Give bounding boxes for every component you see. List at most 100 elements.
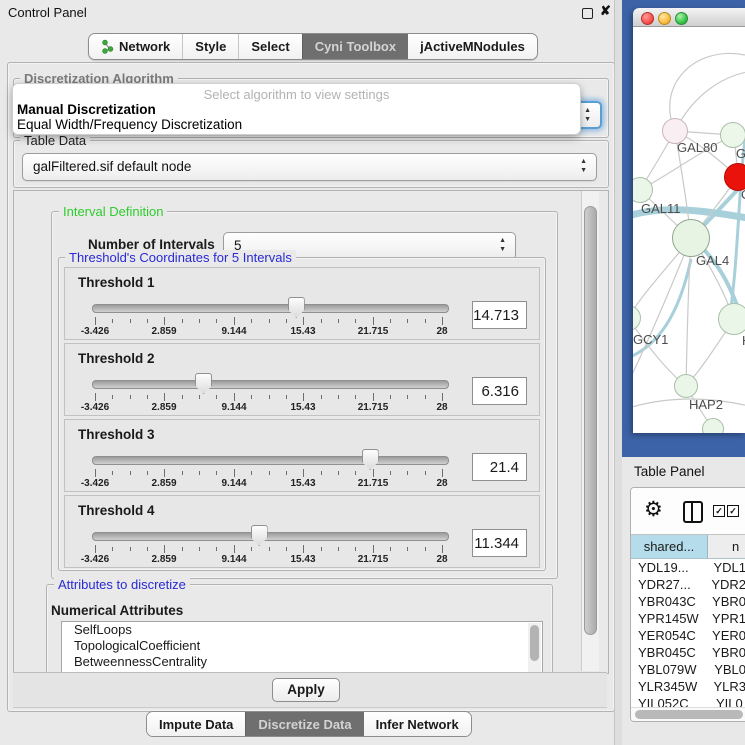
table-data-title: Table Data (20, 133, 90, 148)
tab-network[interactable]: Network (89, 34, 182, 59)
network-canvas[interactable]: GAL80GCGAL11GAL4GCY1HHAP2 (633, 27, 745, 433)
table-row[interactable]: YBR043CYBR0 (631, 593, 745, 610)
minimize-traffic-light-icon[interactable] (658, 12, 671, 25)
numerical-attributes-label: Numerical Attributes (51, 603, 183, 618)
slider-ticks (95, 545, 442, 554)
tab-label: Discretize Data (258, 717, 351, 732)
network-node[interactable] (674, 374, 698, 398)
checkbox-icon[interactable]: ✓ (713, 505, 725, 517)
tab-label: Select (251, 39, 289, 54)
tab-style[interactable]: Style (182, 34, 238, 59)
threshold-slider-handle[interactable] (288, 297, 305, 318)
list-item[interactable]: SelfLoops (62, 622, 542, 638)
node-label: C (741, 187, 745, 202)
node-label: GAL4 (696, 253, 729, 268)
close-traffic-light-icon[interactable] (641, 12, 654, 25)
node-label: G (736, 146, 745, 161)
list-scrollbar[interactable] (528, 623, 541, 674)
threshold-slider-handle[interactable] (251, 525, 268, 546)
apply-button[interactable]: Apply (272, 678, 340, 702)
slider-ticks (95, 317, 442, 326)
threshold-label: Threshold 1 (78, 275, 155, 290)
table-hscrollbar[interactable] (631, 707, 745, 721)
table-row[interactable]: YDR27...YDR2 (631, 576, 745, 593)
tab-select[interactable]: Select (238, 34, 301, 59)
network-node[interactable] (720, 122, 745, 148)
tab-label: jActiveMNodules (420, 39, 525, 54)
close-icon[interactable]: ✘ (600, 3, 611, 19)
threshold-row: Threshold 1 -3.426 2.859 9.144 15.43 21.… (64, 267, 540, 340)
dropdown-option-manual[interactable]: Manual Discretization (17, 102, 156, 117)
list-item[interactable]: TopologicalCoefficient (62, 638, 542, 654)
slider-ticks (95, 393, 442, 402)
algorithm-dropdown-popup: Select algorithm to view settings Manual… (13, 84, 580, 134)
list-item[interactable]: BetweennessCentrality (62, 654, 542, 670)
node-table-body: YDL19...YDL1YDR27...YDR2YBR043CYBR0YPR14… (631, 559, 745, 712)
threshold-slider-track[interactable] (92, 380, 449, 389)
settings-scrollbar[interactable] (581, 191, 599, 671)
table-row[interactable]: YPR145WYPR1 (631, 610, 745, 627)
column-layout-icon[interactable] (683, 501, 703, 523)
table-row[interactable]: YLR345WYLR3 (631, 678, 745, 695)
threshold-row: Threshold 4 -3.426 2.859 9.144 15.43 21.… (64, 495, 540, 568)
tab-infer-network[interactable]: Infer Network (364, 712, 471, 736)
threshold-slider-track[interactable] (92, 456, 449, 465)
network-node[interactable] (672, 219, 710, 257)
tab-label: Infer Network (376, 717, 459, 732)
combo-arrows-icon: ▲▼ (580, 157, 587, 175)
settings-viewport: Interval Definition Number of Intervals … (13, 190, 609, 674)
network-view-window: GAL80GCGAL11GAL4GCY1HHAP2 (633, 8, 745, 433)
table-panel-region: Table Panel ⚙ ✓ ✓ shared... n YDL19...YD… (622, 457, 745, 745)
column-header-shared-name[interactable]: shared... (631, 535, 708, 558)
threshold-slider-handle[interactable] (362, 449, 379, 470)
panel-title: Control Panel (8, 5, 87, 20)
tab-jactivemnodules[interactable]: jActiveMNodules (408, 34, 537, 59)
tab-discretize-data[interactable]: Discretize Data (245, 712, 363, 736)
threshold-value-field[interactable]: 6.316 (472, 377, 527, 405)
thresholds-group-title: Threshold's Coordinates for 5 Intervals (65, 250, 296, 265)
tab-label: Network (119, 39, 170, 54)
checkbox-icon[interactable]: ✓ (727, 505, 739, 517)
column-header-name[interactable]: n (708, 535, 745, 558)
threshold-value-field[interactable]: 21.4 (472, 453, 527, 481)
tab-cyni-toolbox[interactable]: Cyni Toolbox (302, 34, 408, 59)
threshold-label: Threshold 2 (78, 351, 155, 366)
slider-tick-labels: -3.426 2.859 9.144 15.43 21.715 28 (95, 478, 442, 489)
threshold-label: Threshold 4 (78, 503, 155, 518)
node-label: GCY1 (633, 332, 668, 347)
table-row[interactable]: YBR045CYBR0 (631, 644, 745, 661)
dropdown-option-equal-width[interactable]: Equal Width/Frequency Discretization (17, 117, 242, 132)
numerical-attributes-list[interactable]: SelfLoopsTopologicalCoefficientBetweenne… (61, 621, 543, 674)
network-window-titlebar (633, 8, 745, 27)
table-data-combobox[interactable]: galFiltered.sif default node ▲▼ (22, 153, 597, 181)
table-row[interactable]: YER054CYER0 (631, 627, 745, 644)
threshold-value-field[interactable]: 14.713 (472, 301, 527, 329)
network-node[interactable] (718, 303, 745, 335)
threshold-slider-handle[interactable] (195, 373, 212, 394)
threshold-label: Threshold 3 (78, 427, 155, 442)
float-window-icon[interactable] (582, 8, 593, 19)
tab-label: Impute Data (159, 717, 233, 732)
threshold-value-field[interactable]: 11.344 (472, 529, 527, 557)
threshold-slider-track[interactable] (92, 304, 449, 313)
slider-tick-labels: -3.426 2.859 9.144 15.43 21.715 28 (95, 402, 442, 413)
threshold-slider-track[interactable] (92, 532, 449, 541)
gear-icon[interactable]: ⚙ (644, 497, 663, 522)
scrollbar-thumb[interactable] (584, 206, 597, 635)
threshold-row: Threshold 2 -3.426 2.859 9.144 15.43 21.… (64, 343, 540, 416)
table-row[interactable]: YDL19...YDL1 (631, 559, 745, 576)
network-icon (101, 39, 114, 54)
table-row[interactable]: YBL079WYBL0 (631, 661, 745, 678)
top-tabbar: Network Style Select Cyni Toolbox jActiv… (88, 33, 538, 60)
bottom-tabbar: Impute Data Discretize Data Infer Networ… (146, 711, 472, 737)
node-label: GAL11 (641, 201, 681, 216)
dropdown-hint: Select algorithm to view settings (13, 87, 580, 102)
tab-label: Style (195, 39, 226, 54)
tab-impute-data[interactable]: Impute Data (147, 712, 245, 736)
node-label: HAP2 (689, 397, 723, 412)
network-node[interactable] (702, 418, 724, 433)
zoom-traffic-light-icon[interactable] (675, 12, 688, 25)
combo-arrows-icon: ▲▼ (499, 236, 506, 254)
slider-tick-labels: -3.426 2.859 9.144 15.43 21.715 28 (95, 326, 442, 337)
scrollbar-thumb[interactable] (635, 710, 743, 719)
